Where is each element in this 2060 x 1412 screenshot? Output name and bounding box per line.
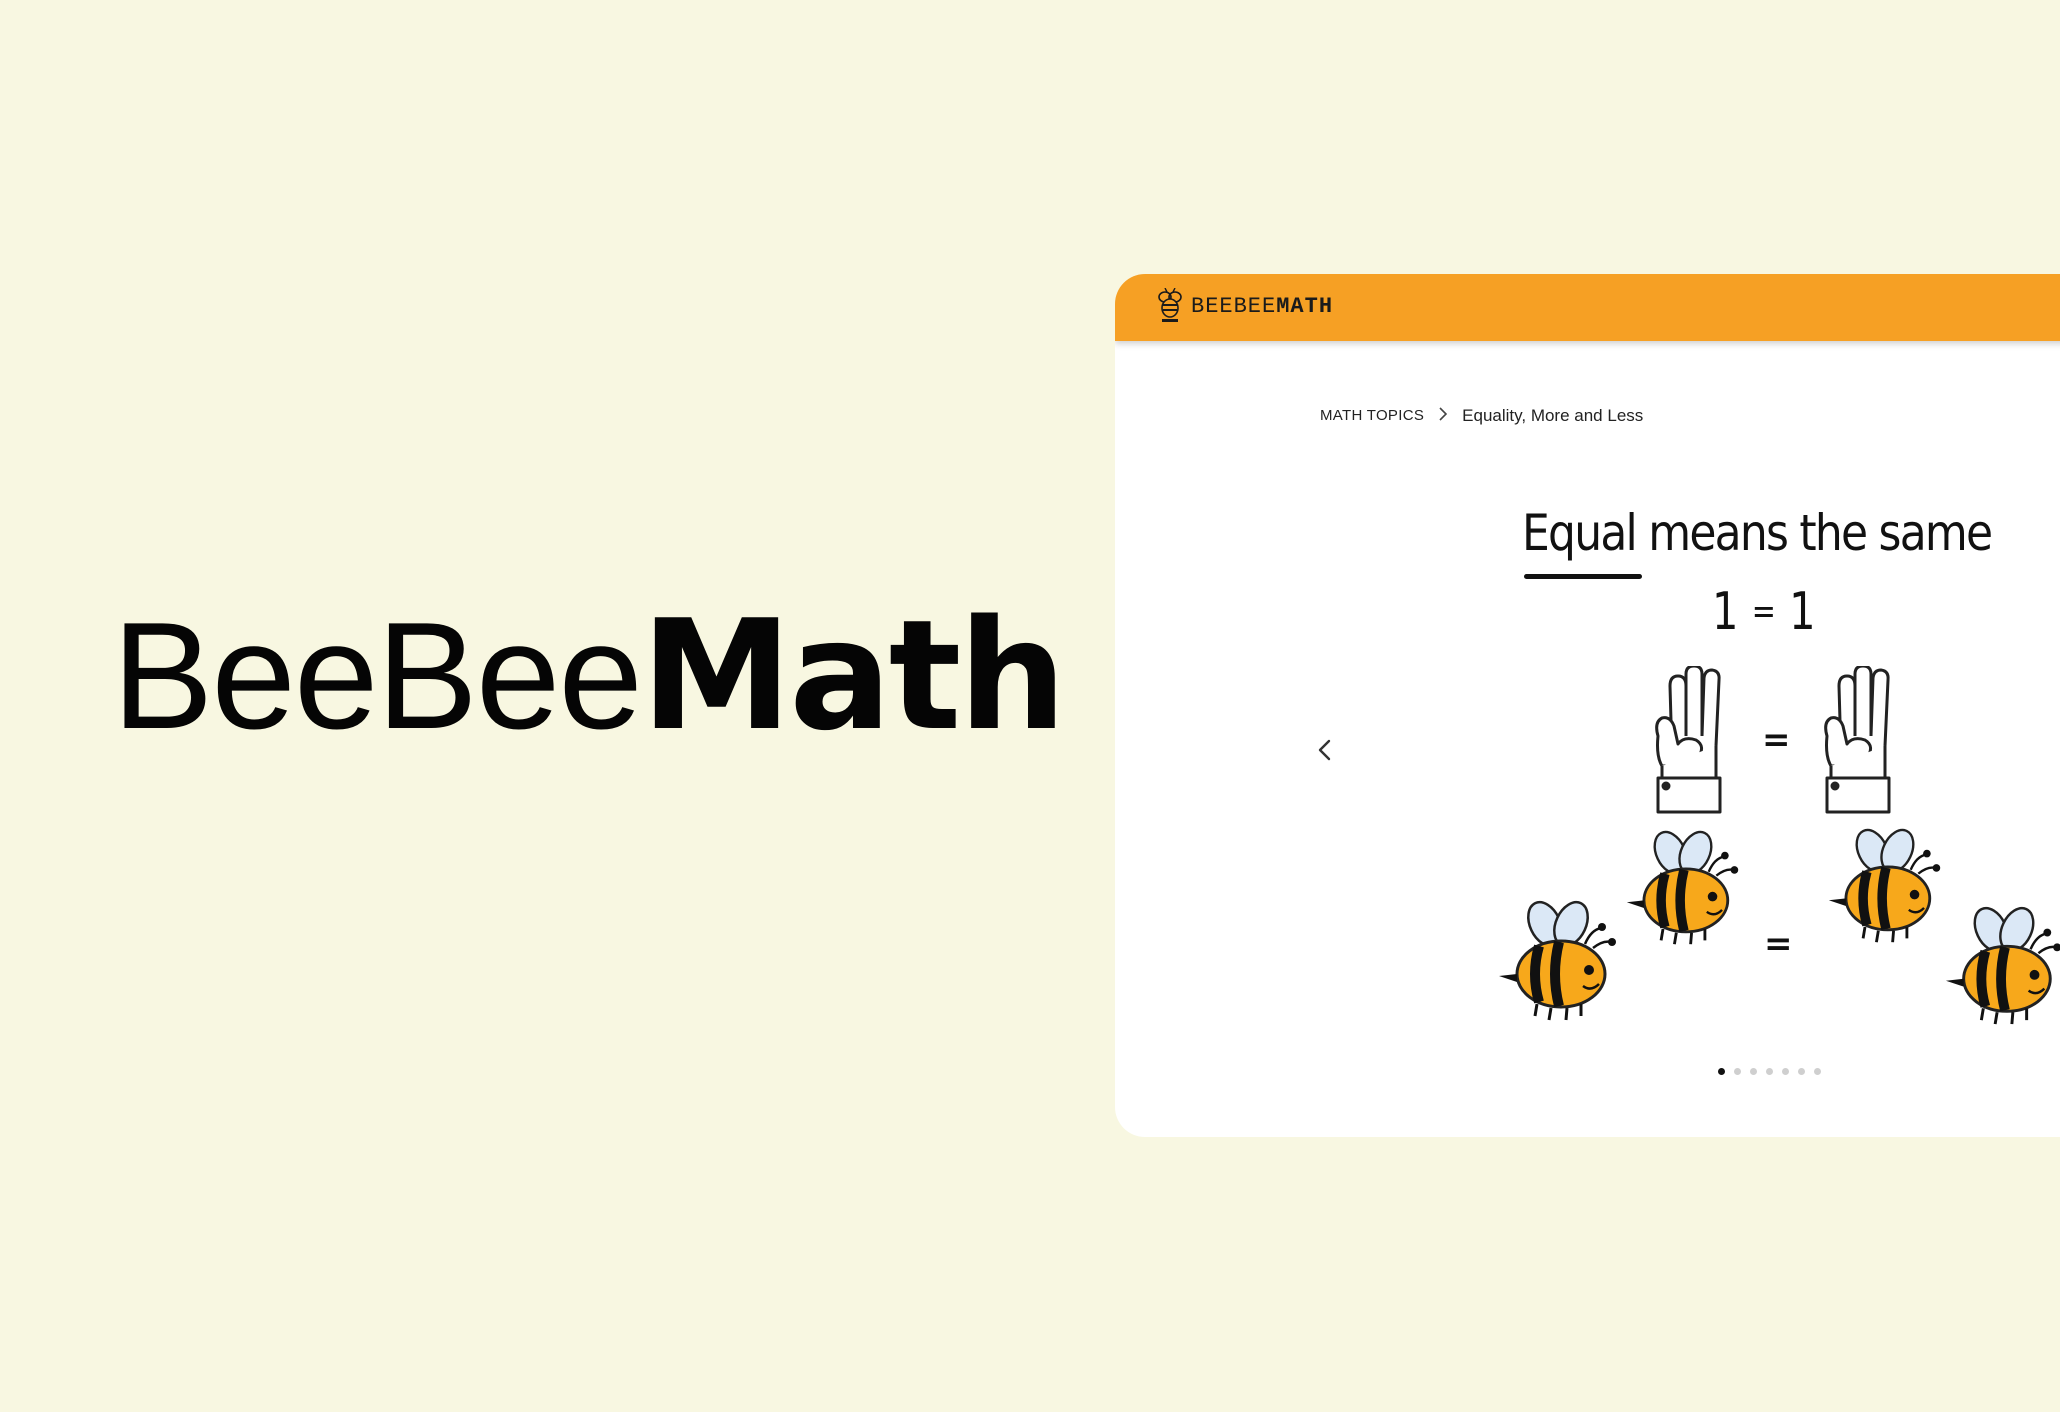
- logo-text-bold: MATH: [1276, 294, 1334, 319]
- breadcrumb-current-page: Equality, More and Less: [1462, 405, 1644, 425]
- breadcrumb: MATH TOPICS Equality, More and Less: [1320, 405, 1643, 426]
- equation-right: 1: [1789, 582, 1816, 642]
- hero-title-bold: Math: [640, 587, 1067, 764]
- equation-left: 1: [1712, 582, 1739, 642]
- carousel-dot[interactable]: [1798, 1068, 1805, 1075]
- bee-illustration: [1493, 898, 1623, 1024]
- bee-logo-icon[interactable]: [1155, 288, 1185, 324]
- site-logo-text[interactable]: BEEBEEMATH: [1191, 294, 1333, 319]
- equation: 1 = 1: [1712, 582, 1816, 642]
- logo-text-light: BEEBEE: [1191, 294, 1277, 319]
- carousel-dot[interactable]: [1782, 1068, 1789, 1075]
- carousel-dot[interactable]: [1750, 1068, 1757, 1075]
- website-preview: BEEBEEMATH MATH TOPICS Equality, More an…: [1115, 274, 2060, 1137]
- carousel-dot[interactable]: [1814, 1068, 1821, 1075]
- hero-title-light: BeeBee: [112, 591, 643, 761]
- hands-equals-sign: =: [1762, 720, 1791, 760]
- slide-title-rest: means the same: [1636, 504, 1993, 562]
- equation-operator: =: [1751, 591, 1776, 632]
- carousel-dot[interactable]: [1718, 1068, 1725, 1075]
- breadcrumb-link-math-topics[interactable]: MATH TOPICS: [1320, 407, 1424, 424]
- chevron-right-icon: [1424, 405, 1462, 426]
- carousel-dot[interactable]: [1734, 1068, 1741, 1075]
- hand-three-fingers-icon: [1824, 666, 1891, 814]
- chevron-left-icon[interactable]: [1311, 736, 1339, 764]
- bee-illustration: [1825, 826, 1945, 946]
- bee-illustration: [1623, 828, 1743, 948]
- carousel-pagination: [1718, 1068, 1821, 1075]
- keyword-underline: [1524, 574, 1642, 579]
- slide-title-keyword: Equal: [1522, 504, 1638, 562]
- bees-equals-sign: =: [1764, 924, 1793, 964]
- hand-three-fingers-icon: [1655, 666, 1722, 814]
- bee-illustration: [1941, 904, 2060, 1028]
- carousel-dot[interactable]: [1766, 1068, 1773, 1075]
- hero-title: BeeBeeMath: [112, 600, 1067, 753]
- slide-title: Equal means the same: [1522, 504, 1993, 562]
- site-header: BEEBEEMATH: [1115, 274, 2060, 341]
